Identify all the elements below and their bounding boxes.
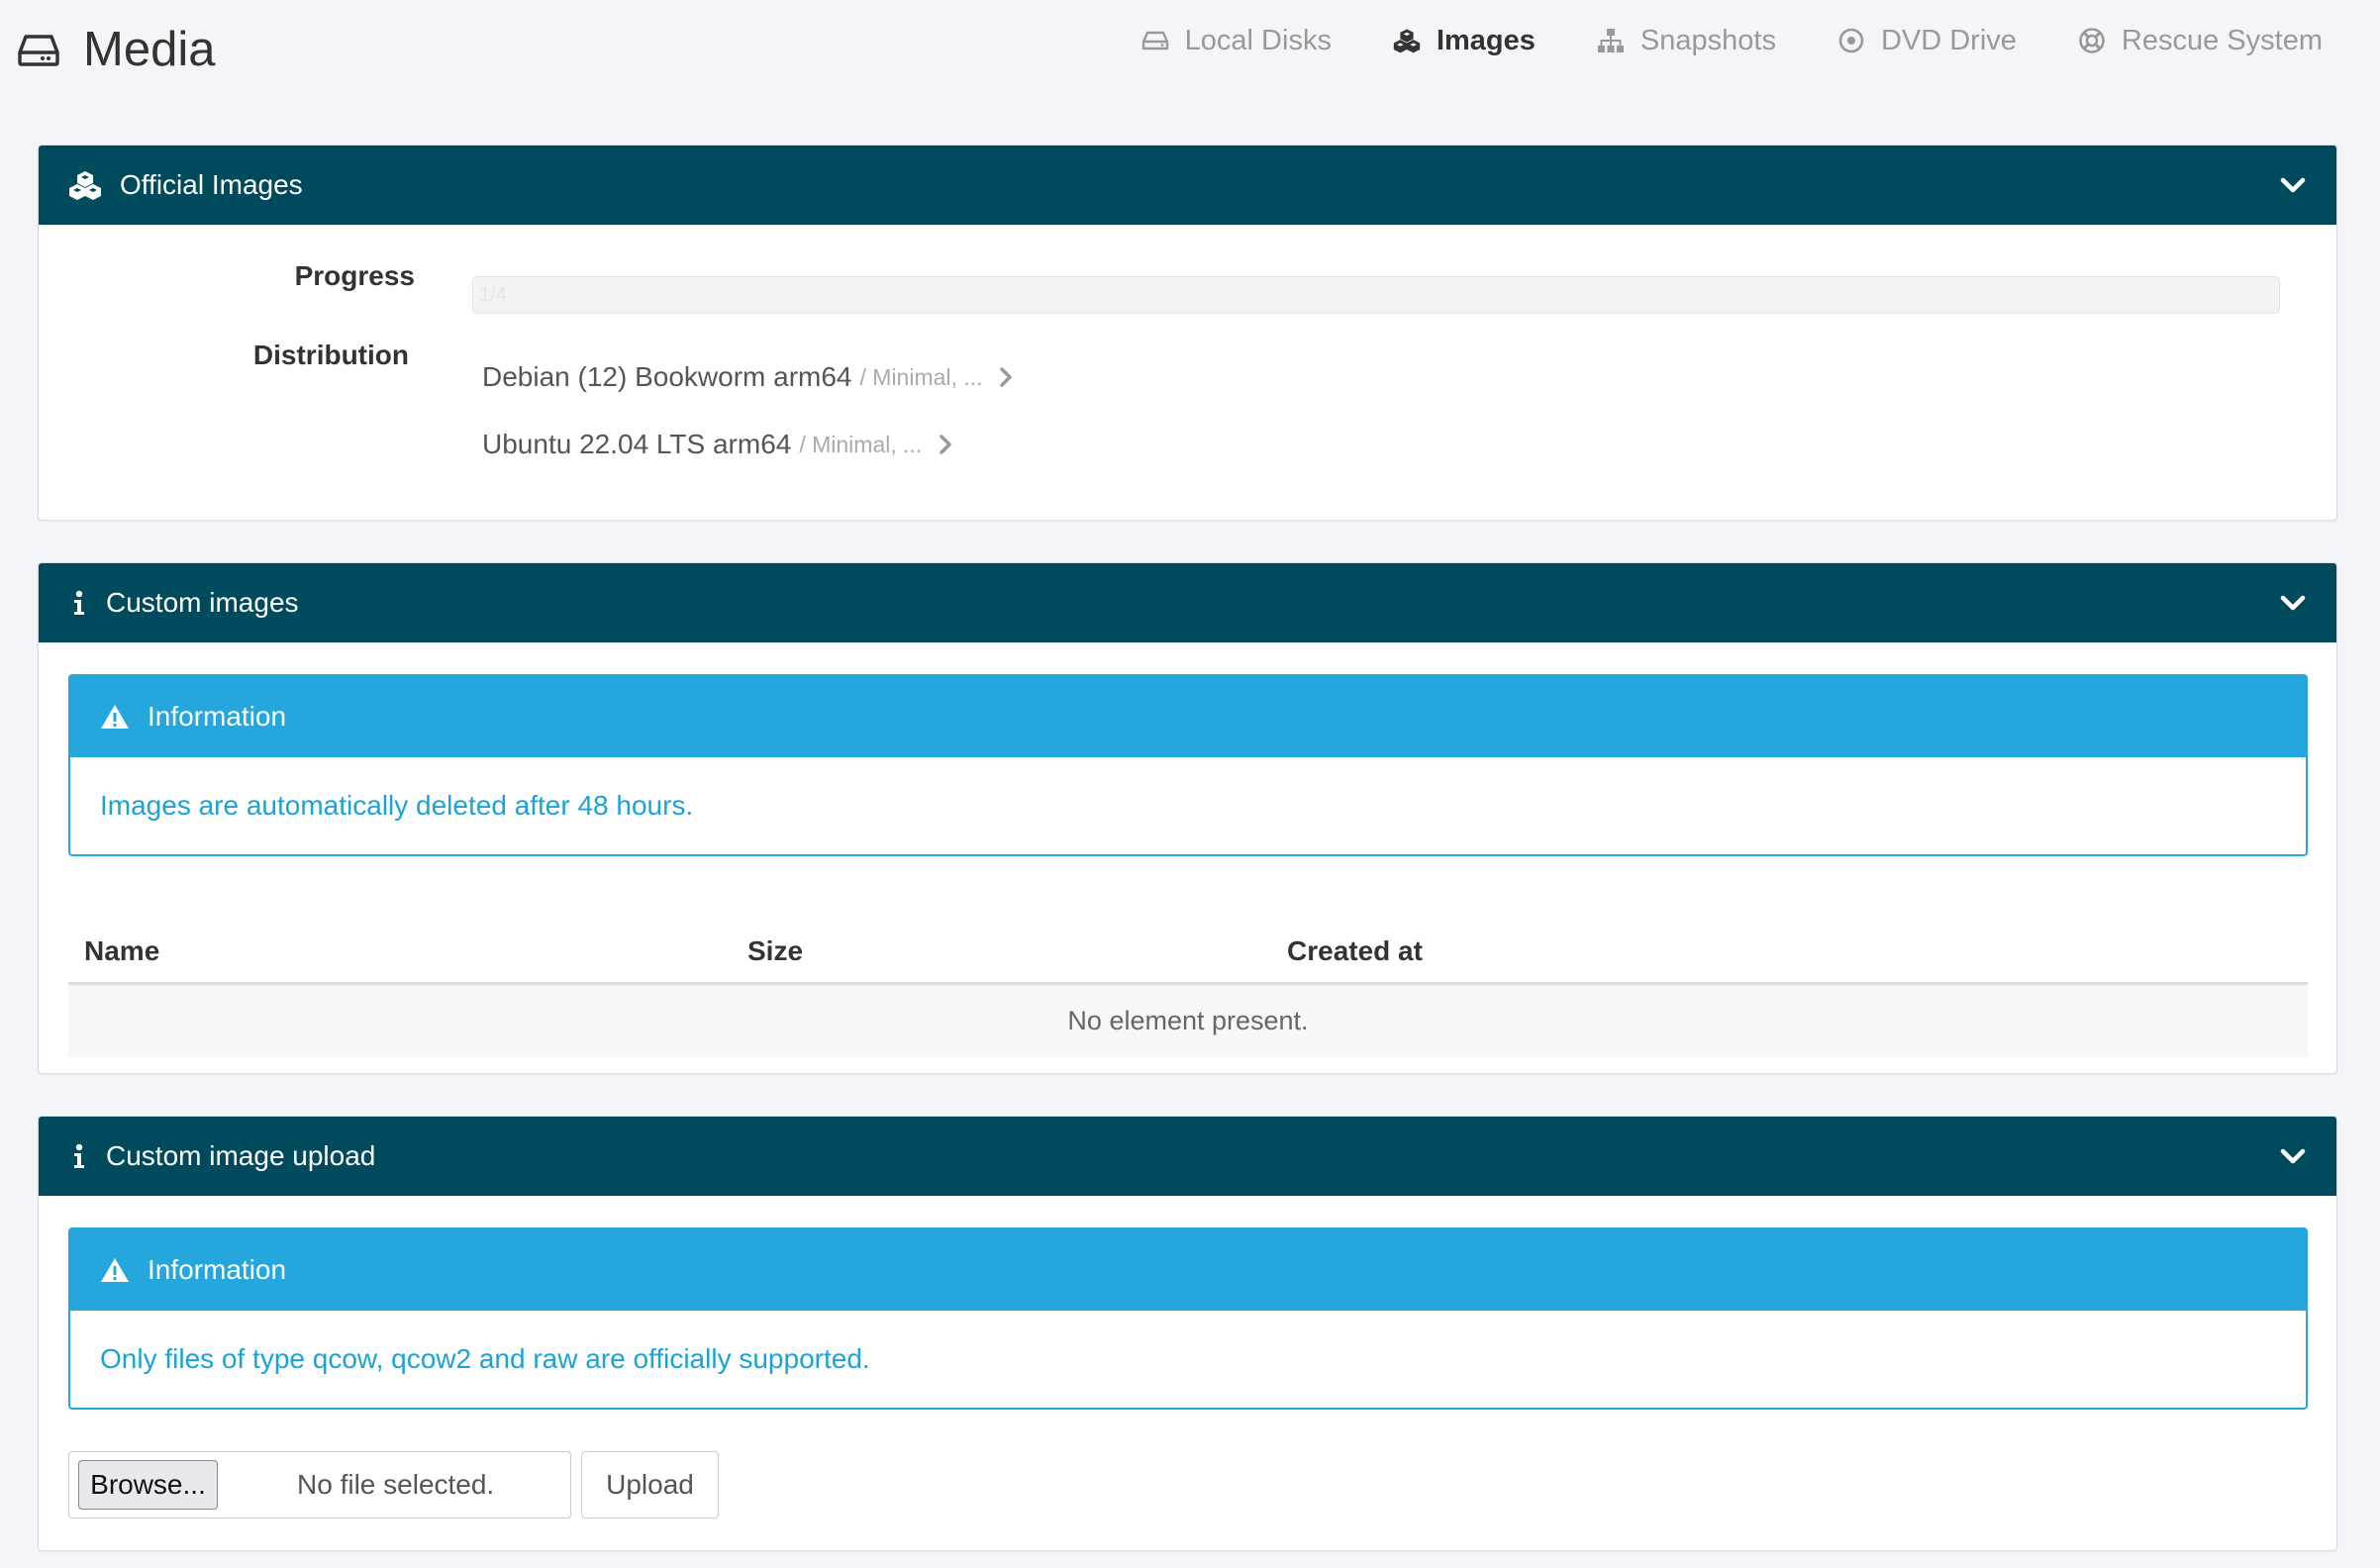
progress-text: 1/4	[473, 277, 925, 313]
file-input[interactable]: Browse... No file selected.	[68, 1451, 571, 1519]
tab-label: DVD Drive	[1880, 24, 2017, 56]
warning-icon	[101, 705, 129, 729]
progress-label: Progress	[294, 260, 415, 291]
alert-title: Information	[148, 701, 287, 732]
browse-button[interactable]: Browse...	[78, 1460, 218, 1510]
distribution-label: Distribution	[252, 340, 409, 370]
custom-image-upload-header[interactable]: Custom image upload	[39, 1117, 2336, 1196]
hdd-icon	[18, 35, 59, 66]
distribution-variants: / Minimal, ...	[859, 363, 983, 390]
upload-button[interactable]: Upload	[581, 1451, 719, 1519]
page-title: Media	[83, 23, 216, 76]
distribution-item-ubuntu[interactable]: Ubuntu 22.04 LTS arm64 / Minimal, ...	[482, 429, 955, 460]
disc-icon	[1838, 28, 1864, 53]
custom-images-header[interactable]: Custom images	[39, 563, 2336, 642]
media-tabs: Local Disks Images Snapshots DVD Drive R…	[1080, 20, 2323, 61]
distribution-item-debian[interactable]: Debian (12) Bookworm arm64 / Minimal, ..…	[482, 361, 1016, 393]
official-images-panel: Official Images Progress 1/4 Distributio…	[38, 145, 2337, 521]
column-header-created-at[interactable]: Created at	[1287, 935, 1423, 967]
lifebuoy-icon	[2079, 28, 2105, 53]
chevron-right-icon	[1000, 367, 1013, 387]
sitemap-icon	[1597, 29, 1624, 52]
tab-snapshots[interactable]: Snapshots	[1597, 20, 1776, 61]
tab-rescue-system[interactable]: Rescue System	[2078, 20, 2323, 61]
panel-title: Official Images	[120, 169, 303, 200]
hdd-icon	[1141, 31, 1168, 50]
chevron-right-icon	[940, 435, 952, 454]
info-icon	[74, 590, 84, 615]
progress-bar: 1/4	[472, 276, 2280, 314]
alert-message: Images are automatically deleted after 4…	[100, 790, 694, 821]
info-alert: Information Images are automatically del…	[68, 674, 2308, 856]
tab-label: Local Disks	[1184, 24, 1332, 56]
distribution-variants: / Minimal, ...	[799, 431, 923, 457]
tab-local-disks[interactable]: Local Disks	[1141, 20, 1332, 61]
column-header-name[interactable]: Name	[84, 935, 159, 967]
tab-dvd-drive[interactable]: DVD Drive	[1837, 20, 2017, 61]
table-header: Name Size Created at	[68, 916, 2308, 985]
official-images-header[interactable]: Official Images	[39, 146, 2336, 225]
custom-images-table: Name Size Created at No element present.	[68, 916, 2308, 1057]
alert-header: Information	[70, 676, 2306, 757]
chevron-down-icon[interactable]	[2279, 589, 2307, 617]
table-empty-message: No element present.	[68, 985, 2308, 1057]
tab-label: Snapshots	[1639, 24, 1776, 56]
chevron-down-icon[interactable]	[2279, 1142, 2307, 1170]
page-header: Media Local Disks Images Snapshots DVD D…	[0, 0, 2380, 109]
custom-images-panel: Custom images Information Images are aut…	[38, 562, 2337, 1074]
chevron-down-icon[interactable]	[2279, 171, 2307, 199]
page-title-wrap: Media	[18, 22, 215, 77]
tab-label: Images	[1436, 24, 1536, 56]
panel-title: Custom images	[106, 587, 299, 618]
cubes-icon	[1393, 29, 1421, 53]
file-status: No file selected.	[297, 1469, 495, 1500]
cubes-icon	[69, 171, 101, 200]
distribution-name: Debian (12) Bookworm arm64	[482, 361, 852, 392]
tab-images[interactable]: Images	[1393, 20, 1536, 61]
custom-image-upload-panel: Custom image upload Information Only fil…	[38, 1116, 2337, 1551]
panel-title: Custom image upload	[106, 1140, 376, 1171]
alert-header: Information	[70, 1229, 2306, 1311]
info-icon	[74, 1143, 84, 1168]
info-alert: Information Only files of type qcow, qco…	[68, 1227, 2308, 1410]
tab-label: Rescue System	[2121, 24, 2323, 56]
alert-title: Information	[148, 1254, 287, 1285]
column-header-size[interactable]: Size	[747, 935, 803, 967]
distribution-name: Ubuntu 22.04 LTS arm64	[482, 429, 792, 459]
warning-icon	[101, 1258, 129, 1282]
alert-message: Only files of type qcow, qcow2 and raw a…	[100, 1343, 870, 1374]
